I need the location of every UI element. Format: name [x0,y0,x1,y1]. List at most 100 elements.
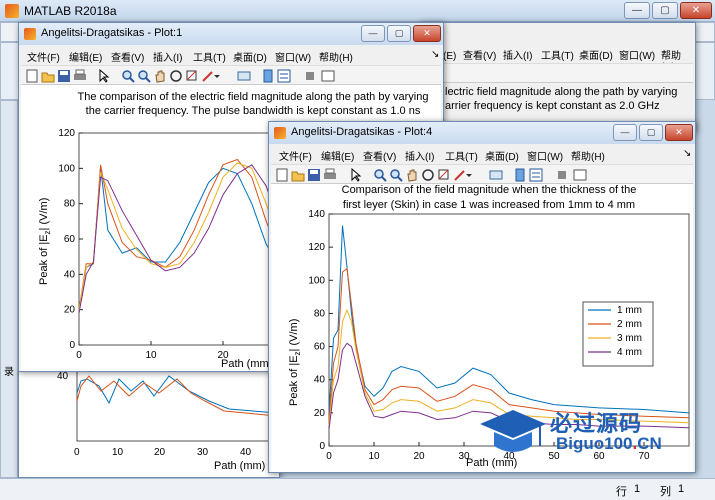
fig2-xticks: 0 10 20 30 40 [74,447,252,458]
fig4-minimize-button[interactable]: — [613,124,637,141]
bg-menu-insert[interactable]: 插入(I) [503,47,532,62]
fig4-brush-dropdown-icon[interactable] [465,168,473,182]
menu-dock-arrow[interactable]: ↘ [431,49,439,60]
fig4-ytick-label: 140 [308,209,325,220]
fig1-ytick-label: 60 [64,234,76,245]
menu-desktop[interactable]: 桌面(D) [233,49,267,64]
zoom-in-icon[interactable] [121,69,135,83]
fig2-xtick-3: 30 [197,447,209,458]
bg-menu-desktop[interactable]: 桌面(D) [579,47,613,62]
fig4-insert-colorbar-icon[interactable] [513,168,527,182]
data-cursor-icon[interactable] [185,69,199,83]
fig4-ytick-label: 60 [314,342,326,353]
fig1-minimize-button[interactable]: — [361,25,385,42]
fig4-menu-file[interactable]: 文件(F) [279,148,312,163]
status-col-label: 列 [660,486,671,498]
menu-help[interactable]: 帮助(H) [319,49,353,64]
insert-legend-icon[interactable] [277,69,291,83]
fig4-menu-desktop[interactable]: 桌面(D) [485,148,519,163]
pan-hand-icon[interactable] [153,69,167,83]
bg-menu-view[interactable]: 查看(V) [463,47,496,62]
fig1-title-line1: The comparison of the electric field mag… [78,91,429,103]
fig4-ytick-label: 20 [314,408,326,419]
show-plot-tools-icon[interactable] [321,69,335,83]
fig1-ytick-label: 100 [58,163,75,174]
menu-file[interactable]: 文件(F) [27,49,60,64]
bg-menu-tools[interactable]: 工具(T) [541,47,574,62]
fig4-legend-label-2: 3 mm [617,333,642,344]
pointer-icon[interactable] [97,69,111,83]
fig2-xtick-0: 0 [74,447,80,458]
fig4-pointer-icon[interactable] [349,168,363,182]
fig4-print-icon[interactable] [323,168,337,182]
brush-dropdown-icon[interactable] [213,69,221,83]
save-icon[interactable] [57,69,71,83]
side-label: 录 [4,367,14,378]
fig2-xtick-2: 20 [154,447,166,458]
menu-insert[interactable]: 插入(I) [153,49,182,64]
background-figure-window[interactable]: 编辑(E) 查看(V) 插入(I) 工具(T) 桌面(D) 窗口(W) 帮助(H… [420,22,696,132]
menu-view[interactable]: 查看(V) [111,49,144,64]
fig4-menu-help[interactable]: 帮助(H) [571,148,605,163]
fig4-save-icon[interactable] [307,168,321,182]
figure4-titlebar: Angelitsi-Dragatsikas - Plot:4 — ▢ ✕ [269,122,695,144]
bg-figure-title-line2: arrier frequency is kept constant as 2.0… [445,100,660,112]
fig1-maximize-button[interactable]: ▢ [387,25,411,42]
menu-window[interactable]: 窗口(W) [275,49,311,64]
open-folder-icon[interactable] [41,69,55,83]
figure-icon [24,28,36,40]
fig4-title-line2: first leyer (Skin) in case 1 was increas… [343,199,635,211]
fig4-ytick-label: 100 [308,275,325,286]
fig4-zoom-in-icon[interactable] [373,168,387,182]
fig1-title-line2: the carrier frequency. The pulse bandwid… [86,105,421,117]
fig4-menu-view[interactable]: 查看(V) [363,148,396,163]
watermark-en-main: Biguo100 [556,434,633,453]
fig4-insert-legend-icon[interactable] [529,168,543,182]
maximize-button[interactable]: ▢ [652,2,678,19]
new-figure-icon[interactable] [25,69,39,83]
rotate-icon[interactable] [169,69,183,83]
fig4-close-button[interactable]: ✕ [665,124,693,141]
bg-menu-window[interactable]: 窗口(W) [619,47,655,62]
graduation-cap-icon [480,410,546,452]
figure4-menubar: 文件(F) 编辑(E) 查看(V) 插入(I) 工具(T) 桌面(D) 窗口(W… [271,144,693,164]
fig4-hide-plot-tools-icon[interactable] [555,168,569,182]
figure4-title: Angelitsi-Dragatsikas - Plot:4 [291,126,433,138]
fig4-menu-insert[interactable]: 插入(I) [405,148,434,163]
fig1-close-button[interactable]: ✕ [413,25,441,42]
fig4-xtick-label: 0 [326,451,332,462]
figure2-window[interactable]: 40 0 10 20 30 40 Path (mm) [18,370,280,478]
minimize-button[interactable]: — [624,2,650,19]
fig4-new-figure-icon[interactable] [275,168,289,182]
fig2-ytick: 40 [57,371,69,382]
fig1-ytick-label: 40 [64,269,76,280]
close-button[interactable]: ✕ [680,2,712,19]
print-icon[interactable] [73,69,87,83]
fig4-menu-window[interactable]: 窗口(W) [527,148,563,163]
fig4-maximize-button[interactable]: ▢ [639,124,663,141]
fig4-legend-label-0: 1 mm [617,305,642,316]
figure1-toolbar [21,65,441,85]
zoom-out-icon[interactable] [137,69,151,83]
insert-colorbar-icon[interactable] [261,69,275,83]
fig4-rotate-icon[interactable] [421,168,435,182]
link-plot-icon[interactable] [237,69,251,83]
fig4-menu-tools[interactable]: 工具(T) [445,148,478,163]
fig4-show-plot-tools-icon[interactable] [573,168,587,182]
fig1-xlabel: Path (mm) [221,358,272,370]
fig4-ytick-label: 80 [314,308,326,319]
hide-plot-tools-icon[interactable] [303,69,317,83]
menu-tools[interactable]: 工具(T) [193,49,226,64]
fig4-zoom-out-icon[interactable] [389,168,403,182]
fig4-menu-dock-arrow[interactable]: ↘ [683,148,691,159]
fig4-menu-edit[interactable]: 编辑(E) [321,148,354,163]
fig4-open-folder-icon[interactable] [291,168,305,182]
figure1-title: Angelitsi-Dragatsikas - Plot:1 [41,27,183,39]
matlab-logo-icon [5,4,19,18]
menu-edit[interactable]: 编辑(E) [69,49,102,64]
fig4-pan-hand-icon[interactable] [405,168,419,182]
fig4-ylabel: Peak of |Ez| (V/m) [288,319,302,406]
fig4-data-cursor-icon[interactable] [437,168,451,182]
fig4-link-plot-icon[interactable] [489,168,503,182]
figure1-titlebar: Angelitsi-Dragatsikas - Plot:1 — ▢ ✕ [19,23,443,45]
